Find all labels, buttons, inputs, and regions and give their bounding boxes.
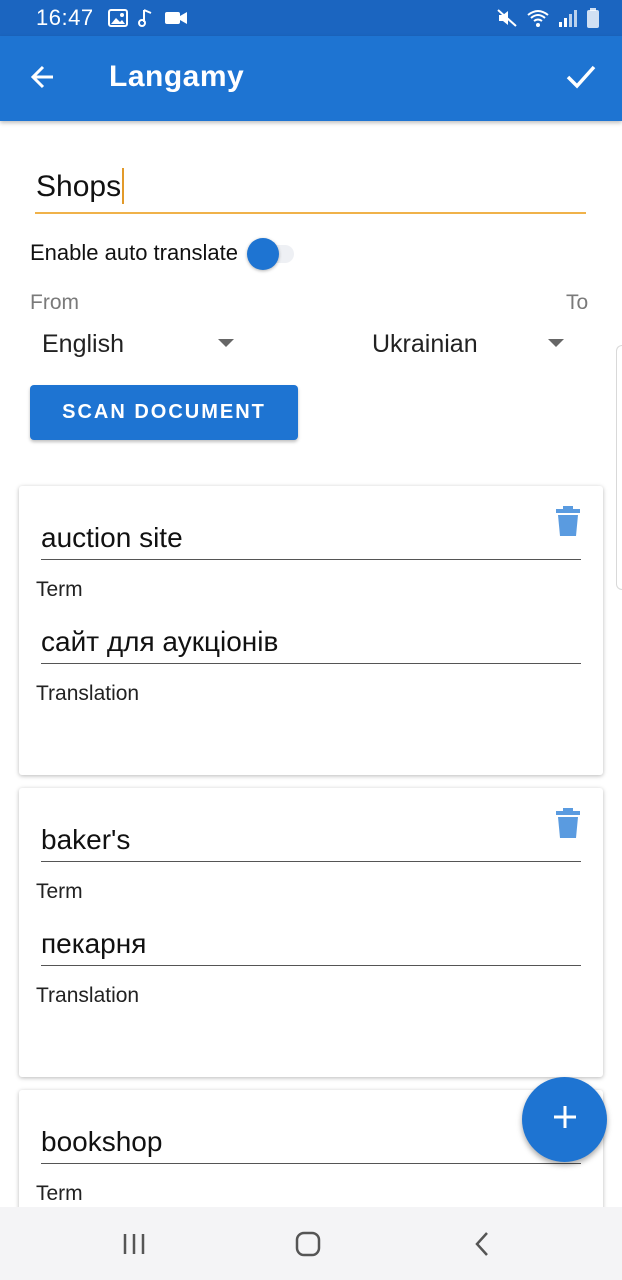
status-system-icons bbox=[496, 7, 600, 29]
back-icon bbox=[475, 1232, 488, 1256]
confirm-button[interactable] bbox=[558, 56, 604, 102]
translation-value: пекарня bbox=[41, 928, 147, 959]
music-note-icon bbox=[137, 8, 154, 28]
wifi-icon bbox=[526, 8, 550, 28]
term-input[interactable]: auction site bbox=[41, 516, 581, 560]
status-time: 16:47 bbox=[36, 5, 94, 30]
translation-label: Translation bbox=[36, 984, 140, 1007]
app-title: Langamy bbox=[109, 60, 245, 93]
home-button[interactable] bbox=[288, 1229, 328, 1259]
dropdown-arrow-icon bbox=[218, 339, 234, 347]
signal-icon bbox=[558, 8, 578, 28]
list-name-value: Shops bbox=[36, 168, 125, 205]
to-language-value: Ukrainian bbox=[372, 329, 478, 358]
app-bar: Langamy bbox=[0, 36, 622, 121]
home-icon bbox=[295, 1231, 321, 1257]
battery-icon bbox=[586, 7, 600, 29]
term-value: auction site bbox=[41, 522, 183, 553]
term-card: baker's Term пекарня Translation bbox=[19, 788, 603, 1077]
auto-translate-toggle[interactable] bbox=[244, 238, 294, 270]
status-notification-icons bbox=[107, 8, 188, 28]
edge-panel-handle[interactable] bbox=[616, 345, 622, 590]
plus-icon bbox=[552, 1104, 578, 1135]
translation-label: Translation bbox=[36, 682, 140, 705]
term-value: bookshop bbox=[41, 1126, 163, 1157]
list-name-input[interactable]: Shops bbox=[35, 160, 586, 214]
back-button[interactable] bbox=[22, 58, 64, 100]
term-label: Term bbox=[36, 1182, 83, 1205]
translation-value: сайт для аукціонів bbox=[41, 626, 279, 657]
add-term-button[interactable] bbox=[522, 1077, 607, 1162]
term-input[interactable]: bookshop bbox=[41, 1120, 581, 1164]
term-label: Term bbox=[36, 578, 83, 601]
term-input[interactable]: baker's bbox=[41, 818, 581, 862]
text-cursor bbox=[122, 168, 125, 205]
system-nav-bar bbox=[0, 1207, 622, 1280]
mute-icon bbox=[496, 8, 518, 28]
toggle-knob bbox=[246, 238, 279, 270]
from-label: From bbox=[30, 291, 79, 314]
image-icon bbox=[107, 9, 128, 27]
scan-document-button[interactable]: SCAN DOCUMENT bbox=[30, 385, 298, 440]
recent-apps-icon bbox=[123, 1234, 145, 1254]
from-language-value: English bbox=[42, 329, 124, 358]
recent-apps-button[interactable] bbox=[114, 1229, 154, 1259]
status-bar: 16:47 bbox=[0, 0, 622, 36]
dropdown-arrow-icon bbox=[548, 339, 564, 347]
to-label: To bbox=[566, 291, 589, 314]
translation-input[interactable]: сайт для аукціонів bbox=[41, 620, 581, 664]
term-card: auction site Term сайт для аукціонів Tra… bbox=[19, 486, 603, 775]
term-value: baker's bbox=[41, 824, 131, 855]
arrow-back-icon bbox=[29, 63, 57, 96]
video-camera-icon bbox=[164, 10, 188, 26]
to-language-select[interactable]: Ukrainian bbox=[372, 324, 572, 364]
auto-translate-label: Enable auto translate bbox=[30, 240, 238, 265]
auto-translate-row: Enable auto translate bbox=[30, 238, 294, 270]
term-label: Term bbox=[36, 880, 83, 903]
from-language-select[interactable]: English bbox=[42, 324, 242, 364]
check-icon bbox=[565, 63, 597, 96]
nav-back-button[interactable] bbox=[462, 1229, 502, 1259]
translation-input[interactable]: пекарня bbox=[41, 922, 581, 966]
